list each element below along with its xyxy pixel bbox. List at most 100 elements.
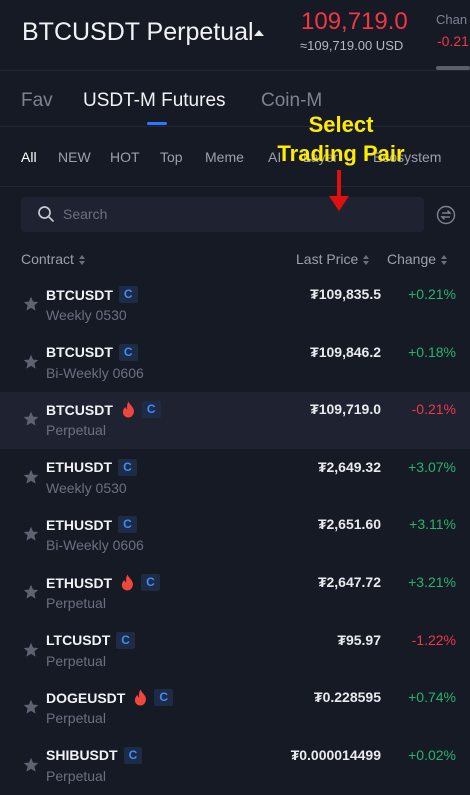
symbol-text: BTCUSDT	[46, 286, 113, 303]
price-change: +3.21%	[408, 574, 456, 590]
contract-type: Perpetual	[46, 595, 106, 611]
fire-icon	[122, 401, 134, 418]
contract-row[interactable]: BTCUSDT C Bi-Weekly 0606 ₮109,846.2 +0.18%	[0, 335, 470, 392]
star-icon[interactable]	[23, 469, 39, 485]
last-price: ₮0.228595	[314, 689, 381, 706]
last-price: ₮109,835.5	[310, 286, 381, 302]
market-header: BTCUSDT Perpetual 109,719.0 ≈109,719.00 …	[0, 0, 470, 71]
contract-type: Perpetual	[46, 652, 106, 669]
last-price: ₮2,647.72	[317, 574, 381, 590]
contract-row[interactable]: LTCUSDT C Perpetual ₮95.97 -1.22%	[0, 623, 470, 680]
symbol-text: ETHUSDT	[46, 574, 113, 591]
symbol-text: ETHUSDT	[46, 459, 113, 476]
contract-row[interactable]: ETHUSDT C Perpetual ₮2,647.72 +3.21%	[0, 565, 470, 622]
contract-type: Perpetual	[46, 767, 106, 784]
price-change: +0.02%	[408, 746, 456, 763]
annotation-callout: Select Trading Pair	[256, 110, 426, 168]
last-price: ₮109,846.2	[310, 343, 381, 360]
contract-badge: C	[116, 631, 135, 649]
contract-badge: C	[118, 458, 137, 476]
header-scroll-indicator	[436, 66, 470, 70]
column-contract-label: Contract	[21, 251, 74, 267]
contract-badge: C	[118, 343, 138, 361]
header-change-label: Chan	[436, 12, 468, 27]
contract-symbol: ETHUSDT C	[46, 458, 137, 476]
star-icon[interactable]	[23, 354, 39, 370]
price-change: +0.74%	[408, 689, 456, 706]
column-last-price[interactable]: Last Price	[296, 251, 370, 267]
contract-symbol: SHIBUSDT C	[46, 746, 143, 764]
search-icon	[38, 206, 54, 222]
contract-row[interactable]: DOGEUSDT C Perpetual ₮0.228595 +0.74%	[0, 680, 470, 737]
contract-row[interactable]: SHIBUSDT C Perpetual ₮0.000014499 +0.02%	[0, 738, 470, 795]
filter-hot[interactable]: HOT	[110, 149, 140, 165]
star-icon[interactable]	[23, 584, 39, 600]
active-tab-indicator	[147, 122, 167, 125]
sort-icon	[78, 255, 85, 266]
star-icon[interactable]	[23, 296, 39, 312]
symbol-text: LTCUSDT	[46, 632, 111, 649]
tab-fav[interactable]: Fav	[21, 90, 53, 112]
last-price: ₮2,649.32	[317, 458, 381, 475]
last-price: ₮95.97	[337, 631, 381, 648]
swap-icon[interactable]	[436, 205, 456, 225]
contract-symbol: DOGEUSDT C	[46, 689, 174, 707]
caret-up-icon[interactable]	[254, 30, 264, 36]
tab-coin-m[interactable]: Coin-M	[261, 90, 322, 112]
contract-badge: C	[123, 746, 143, 764]
symbol-text: BTCUSDT	[46, 401, 113, 418]
last-price: ₮0.000014499	[290, 746, 381, 763]
price-change: +3.07%	[408, 458, 456, 475]
star-icon[interactable]	[23, 699, 39, 715]
contract-row[interactable]: ETHUSDT C Bi-Weekly 0606 ₮2,651.60 +3.11%	[0, 507, 470, 564]
contract-type: Bi-Weekly 0606	[46, 364, 144, 381]
sort-icon	[363, 255, 370, 266]
last-price: ₮2,651.60	[317, 516, 381, 533]
star-icon[interactable]	[23, 411, 39, 427]
annotation-line-1: Select	[308, 112, 374, 137]
price-change: -0.21%	[411, 401, 456, 418]
filter-top[interactable]: Top	[160, 149, 183, 165]
fire-icon	[122, 574, 134, 591]
contract-type: Weekly 0530	[46, 307, 127, 323]
fire-icon	[135, 689, 147, 706]
filters-divider	[0, 186, 470, 187]
annotation-arrow-icon	[329, 170, 349, 211]
contract-badge: C	[154, 689, 174, 707]
tab-usdt-m-futures[interactable]: USDT-M Futures	[83, 90, 226, 112]
contract-type: Weekly 0530	[46, 479, 127, 496]
symbol-text: ETHUSDT	[46, 516, 113, 533]
last-price: ₮109,719.0	[310, 401, 381, 418]
price-change: +3.11%	[409, 516, 456, 533]
price-change: -1.22%	[411, 631, 456, 648]
contract-symbol: ETHUSDT C	[46, 516, 137, 534]
column-change-label: Change	[387, 251, 437, 267]
search-input[interactable]	[63, 203, 403, 225]
contract-symbol: BTCUSDT C	[46, 286, 138, 303]
filter-all[interactable]: All	[21, 149, 37, 165]
pair-title[interactable]: BTCUSDT Perpetual	[22, 18, 254, 47]
contract-type: Perpetual	[46, 710, 106, 727]
header-usd-price: ≈109,719.00 USD	[300, 38, 404, 53]
contract-symbol: LTCUSDT C	[46, 631, 135, 649]
annotation-line-2: Trading Pair	[277, 141, 405, 166]
contract-badge: C	[118, 286, 138, 303]
star-icon[interactable]	[23, 642, 39, 658]
contract-row[interactable]: BTCUSDT C Weekly 0530 ₮109,835.5 +0.21%	[0, 277, 470, 334]
contract-row[interactable]: BTCUSDT C Perpetual ₮109,719.0 -0.21%	[0, 392, 470, 450]
contract-symbol: BTCUSDT C	[46, 343, 138, 361]
star-icon[interactable]	[23, 757, 39, 773]
contract-type: Perpetual	[46, 422, 106, 439]
star-icon[interactable]	[23, 526, 39, 542]
contract-symbol: ETHUSDT C	[46, 574, 160, 591]
column-contract[interactable]: Contract	[21, 251, 85, 267]
price-change: +0.18%	[408, 343, 456, 360]
column-last-price-label: Last Price	[296, 251, 359, 267]
column-change[interactable]: Change	[387, 251, 448, 267]
filter-meme[interactable]: Meme	[205, 149, 244, 165]
header-change: -0.21	[437, 33, 469, 49]
symbol-text: BTCUSDT	[46, 344, 113, 361]
search-box[interactable]	[21, 197, 424, 232]
filter-new[interactable]: NEW	[58, 149, 91, 165]
contract-row[interactable]: ETHUSDT C Weekly 0530 ₮2,649.32 +3.07%	[0, 450, 470, 507]
